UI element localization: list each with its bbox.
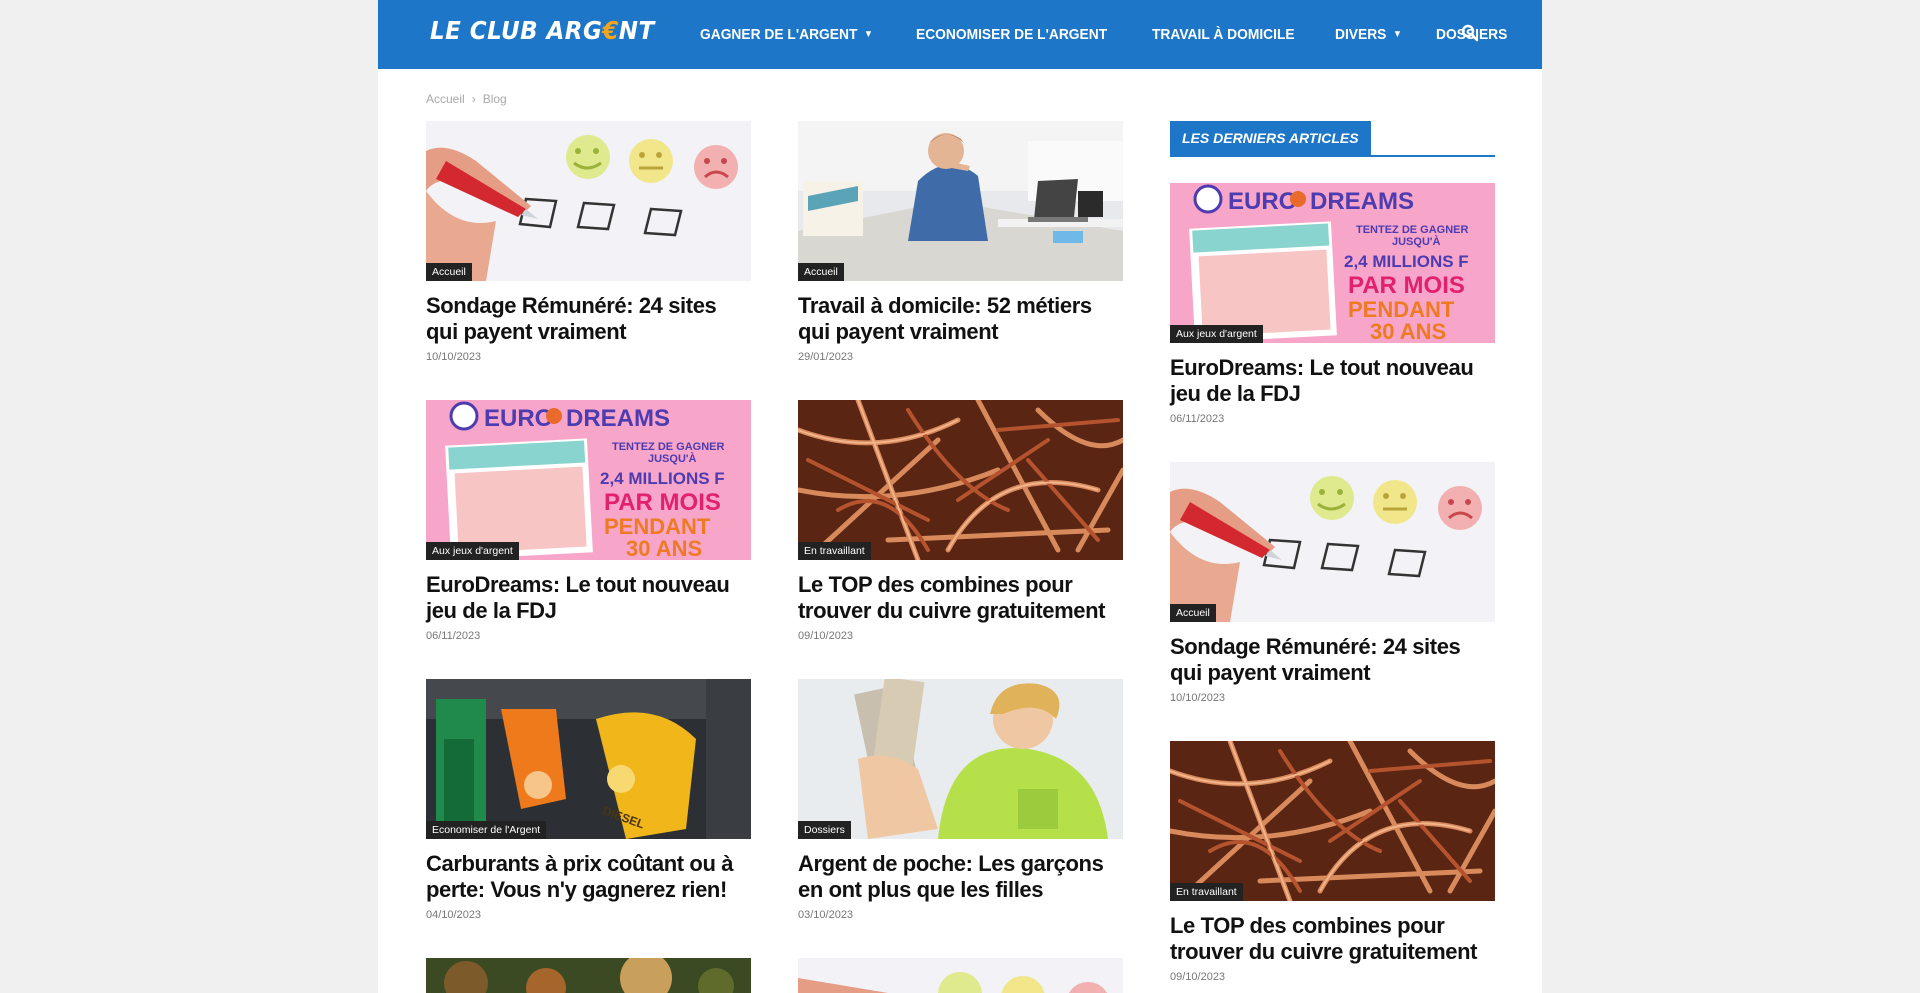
sidebar-post-card[interactable]: Accueil Sondage Rémunéré: 24 sites qui p… — [1170, 462, 1495, 704]
breadcrumb-separator: › — [471, 92, 476, 106]
category-badge[interactable]: En travaillant — [798, 542, 871, 560]
eurodreams-line-4: PAR MOIS — [604, 489, 721, 516]
site-logo[interactable]: LE CLUB ARG€NT — [430, 16, 655, 45]
eurodreams-line-4: PAR MOIS — [1348, 272, 1465, 299]
post-date: 09/10/2023 — [798, 630, 854, 642]
post-thumbnail[interactable] — [798, 958, 1123, 993]
search-icon[interactable] — [1461, 24, 1479, 42]
post-title[interactable]: Carburants à prix coûtant ou à perte: Vo… — [426, 851, 751, 903]
category-badge[interactable]: En travaillant — [1170, 883, 1243, 901]
post-date: 03/10/2023 — [798, 909, 854, 921]
main-nav: GAGNER DE L'ARGENT ▼ ECONOMISER DE L'ARGE… — [700, 0, 1541, 69]
post-title[interactable]: Sondage Rémunéré: 24 sites qui payent vr… — [1170, 634, 1495, 686]
eurodreams-brand-left: EURO — [1228, 188, 1297, 215]
post-card[interactable]: En travaillant Le TOP des combines pour … — [798, 400, 1123, 642]
sidebar-post-card[interactable]: EURO DREAMS TENTEZ DE GAGNER JUSQU'À 2,4… — [1170, 183, 1495, 425]
logo-euro-sign: € — [602, 16, 619, 45]
eurodreams-line-3: 2,4 MILLIONS F — [600, 469, 725, 488]
post-date: 10/10/2023 — [1170, 692, 1226, 704]
eurodreams-line-1: TENTEZ DE GAGNER — [1356, 224, 1469, 236]
post-thumbnail[interactable]: En travaillant — [798, 400, 1123, 560]
fuel-pump-image: DIESEL — [426, 679, 751, 839]
copper-image — [798, 400, 1123, 560]
post-thumbnail[interactable]: DIESEL Economiser de l'Argent — [426, 679, 751, 839]
nav-item-divers[interactable]: DIVERS ▼ — [1335, 26, 1402, 43]
post-thumbnail[interactable]: En travaillant — [1170, 741, 1495, 901]
food-image — [426, 958, 751, 993]
eurodreams-line-2: JUSQU'À — [648, 452, 697, 465]
survey-image — [798, 958, 1123, 993]
category-badge[interactable]: Dossiers — [798, 821, 851, 839]
post-card[interactable]: Accueil Sondage Rémunéré: 24 sites qui p… — [426, 121, 751, 363]
post-date: 10/10/2023 — [426, 351, 482, 363]
breadcrumb-current: Blog — [482, 92, 507, 106]
category-badge[interactable]: Aux jeux d'argent — [1170, 325, 1263, 343]
eurodreams-line-6: 30 ANS — [1370, 319, 1446, 343]
chevron-down-icon: ▼ — [863, 29, 873, 40]
post-title[interactable]: Le TOP des combines pour trouver du cuiv… — [1170, 913, 1495, 965]
post-title[interactable]: Argent de poche: Les garçons en ont plus… — [798, 851, 1123, 903]
nav-item-gagner[interactable]: GAGNER DE L'ARGENT ▼ — [700, 26, 873, 43]
post-thumbnail[interactable]: Accueil — [426, 121, 751, 281]
category-badge[interactable]: Accueil — [1170, 604, 1216, 622]
post-card[interactable]: DIESEL Economiser de l'Argent Carburants… — [426, 679, 751, 921]
nav-item-label: GAGNER DE L'ARGENT — [700, 26, 858, 43]
post-thumbnail[interactable]: EURO DREAMS TENTEZ DE GAGNER JUSQU'À 2,4… — [1170, 183, 1495, 343]
eurodreams-brand-right: DREAMS — [1310, 188, 1414, 215]
eurodreams-line-2: JUSQU'À — [1392, 235, 1441, 248]
pocket-money-image — [798, 679, 1123, 839]
survey-image — [1170, 462, 1495, 622]
chevron-down-icon: ▼ — [1392, 29, 1402, 40]
post-title[interactable]: EuroDreams: Le tout nouveau jeu de la FD… — [1170, 355, 1495, 407]
post-date: 06/11/2023 — [1170, 413, 1225, 425]
sidebar-widget-header: LES DERNIERS ARTICLES — [1170, 121, 1495, 157]
eurodreams-image: EURO DREAMS TENTEZ DE GAGNER JUSQU'À 2,4… — [1170, 183, 1495, 343]
nav-item-label: TRAVAIL À DOMICILE — [1151, 26, 1295, 43]
eurodreams-brand-right: DREAMS — [566, 405, 670, 432]
nav-item-label: ECONOMISER DE L'ARGENT — [915, 26, 1108, 43]
post-title[interactable]: EuroDreams: Le tout nouveau jeu de la FD… — [426, 572, 751, 624]
category-badge[interactable]: Accueil — [798, 263, 844, 281]
post-card[interactable]: EURO DREAMS TENTEZ DE GAGNER JUSQU'À 2,4… — [426, 400, 751, 642]
nav-item-economiser[interactable]: ECONOMISER DE L'ARGENT — [916, 26, 1107, 43]
post-date: 29/01/2023 — [798, 351, 854, 363]
page: LE CLUB ARG€NT GAGNER DE L'ARGENT ▼ ECONO… — [378, 0, 1542, 993]
eurodreams-brand-left: EURO — [484, 405, 553, 432]
logo-text-end: NT — [618, 16, 655, 45]
category-badge[interactable]: Aux jeux d'argent — [426, 542, 519, 560]
post-thumbnail[interactable]: EURO DREAMS TENTEZ DE GAGNER JUSQU'À 2,4… — [426, 400, 751, 560]
post-date: 09/10/2023 — [1170, 971, 1226, 983]
post-card[interactable]: Accueil Travail à domicile: 52 métiers q… — [798, 121, 1123, 363]
eurodreams-line-3: 2,4 MILLIONS F — [1344, 252, 1469, 271]
eurodreams-line-6: 30 ANS — [626, 536, 702, 560]
eurodreams-line-1: TENTEZ DE GAGNER — [612, 441, 725, 453]
post-title[interactable]: Le TOP des combines pour trouver du cuiv… — [798, 572, 1123, 624]
category-badge[interactable]: Economiser de l'Argent — [426, 821, 547, 839]
post-title[interactable]: Sondage Rémunéré: 24 sites qui payent vr… — [426, 293, 751, 345]
nav-item-label: DIVERS — [1334, 26, 1387, 43]
survey-image — [426, 121, 751, 281]
post-thumbnail[interactable] — [426, 958, 751, 993]
post-title[interactable]: Travail à domicile: 52 métiers qui payen… — [798, 293, 1123, 345]
post-card[interactable]: Dossiers Argent de poche: Les garçons en… — [798, 679, 1123, 921]
logo-text-main: LE CLUB ARG — [430, 16, 603, 45]
post-date: 04/10/2023 — [426, 909, 482, 921]
office-image — [798, 121, 1123, 281]
breadcrumb: Accueil › Blog — [426, 92, 507, 106]
site-header: LE CLUB ARG€NT GAGNER DE L'ARGENT ▼ ECONO… — [378, 0, 1542, 69]
sidebar-post-card[interactable]: En travaillant Le TOP des combines pour … — [1170, 741, 1495, 983]
post-thumbnail[interactable]: Dossiers — [798, 679, 1123, 839]
eurodreams-image: EURO DREAMS TENTEZ DE GAGNER JUSQU'À 2,4… — [426, 400, 751, 560]
post-date: 06/11/2023 — [426, 630, 481, 642]
widget-title: LES DERNIERS ARTICLES — [1170, 121, 1371, 155]
copper-image — [1170, 741, 1495, 901]
post-thumbnail[interactable]: Accueil — [1170, 462, 1495, 622]
breadcrumb-home[interactable]: Accueil — [426, 92, 465, 106]
category-badge[interactable]: Accueil — [426, 263, 472, 281]
post-thumbnail[interactable]: Accueil — [798, 121, 1123, 281]
nav-item-travail[interactable]: TRAVAIL À DOMICILE — [1152, 26, 1295, 43]
